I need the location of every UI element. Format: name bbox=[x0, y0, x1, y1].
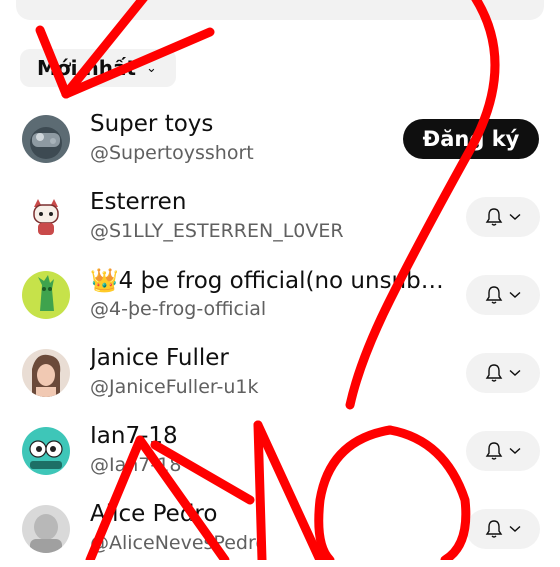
sort-dropdown[interactable]: Mới nhất ⌄ bbox=[20, 49, 176, 87]
subscribe-button[interactable]: Đăng ký bbox=[403, 119, 539, 159]
bell-icon bbox=[485, 442, 503, 460]
chevron-down-icon bbox=[509, 525, 521, 532]
search-bar-partial[interactable] bbox=[16, 0, 544, 20]
channel-name: Super toys bbox=[90, 111, 214, 137]
channel-name: Ian7-18 bbox=[90, 423, 178, 449]
channel-avatar[interactable] bbox=[22, 505, 70, 553]
channel-avatar[interactable] bbox=[22, 115, 70, 163]
notification-button[interactable] bbox=[466, 509, 540, 549]
sort-label: Mới nhất bbox=[37, 56, 136, 80]
chevron-down-icon bbox=[509, 213, 521, 220]
notification-button[interactable] bbox=[466, 431, 540, 471]
channel-handle: @S1LLY_ESTERREN_L0VER bbox=[90, 220, 344, 242]
notification-button[interactable] bbox=[466, 275, 540, 315]
channel-handle: @Supertoysshort bbox=[90, 142, 254, 164]
channel-avatar[interactable] bbox=[22, 427, 70, 475]
channel-handle: @Ian7-18 bbox=[90, 454, 182, 476]
bell-icon bbox=[485, 520, 503, 538]
notification-button[interactable] bbox=[466, 197, 540, 237]
channel-handle: @AliceNevesPedro bbox=[90, 532, 267, 554]
channel-avatar[interactable] bbox=[22, 193, 70, 241]
bell-icon bbox=[485, 286, 503, 304]
channel-row[interactable]: 👑4 þe frog official(no unsubscribe) @4-þ… bbox=[0, 255, 560, 333]
channel-name: Janice Fuller bbox=[90, 345, 229, 371]
channel-row[interactable]: Janice Fuller @JaniceFuller-u1k bbox=[0, 333, 560, 411]
chevron-down-icon bbox=[509, 369, 521, 376]
bell-icon bbox=[485, 208, 503, 226]
channel-name: 👑4 þe frog official(no unsubscribe) bbox=[90, 268, 445, 294]
channel-avatar[interactable] bbox=[22, 349, 70, 397]
chevron-down-icon bbox=[509, 291, 521, 298]
bell-icon bbox=[485, 364, 503, 382]
chevron-down-icon: ⌄ bbox=[146, 60, 157, 76]
notification-button[interactable] bbox=[466, 353, 540, 393]
channel-handle: @4-þe-frog-official bbox=[90, 298, 267, 320]
chevron-down-icon bbox=[509, 447, 521, 454]
channel-row[interactable]: Ian7-18 @Ian7-18 bbox=[0, 411, 560, 489]
channel-row[interactable]: Alice Pedro @AliceNevesPedro bbox=[0, 489, 560, 567]
channel-row[interactable]: Esterren @S1LLY_ESTERREN_L0VER bbox=[0, 177, 560, 255]
channel-avatar[interactable] bbox=[22, 271, 70, 319]
channel-name: Esterren bbox=[90, 189, 187, 215]
channel-handle: @JaniceFuller-u1k bbox=[90, 376, 259, 398]
channel-name: Alice Pedro bbox=[90, 501, 218, 527]
channel-row[interactable]: Super toys @Supertoysshort Đăng ký bbox=[0, 99, 560, 177]
